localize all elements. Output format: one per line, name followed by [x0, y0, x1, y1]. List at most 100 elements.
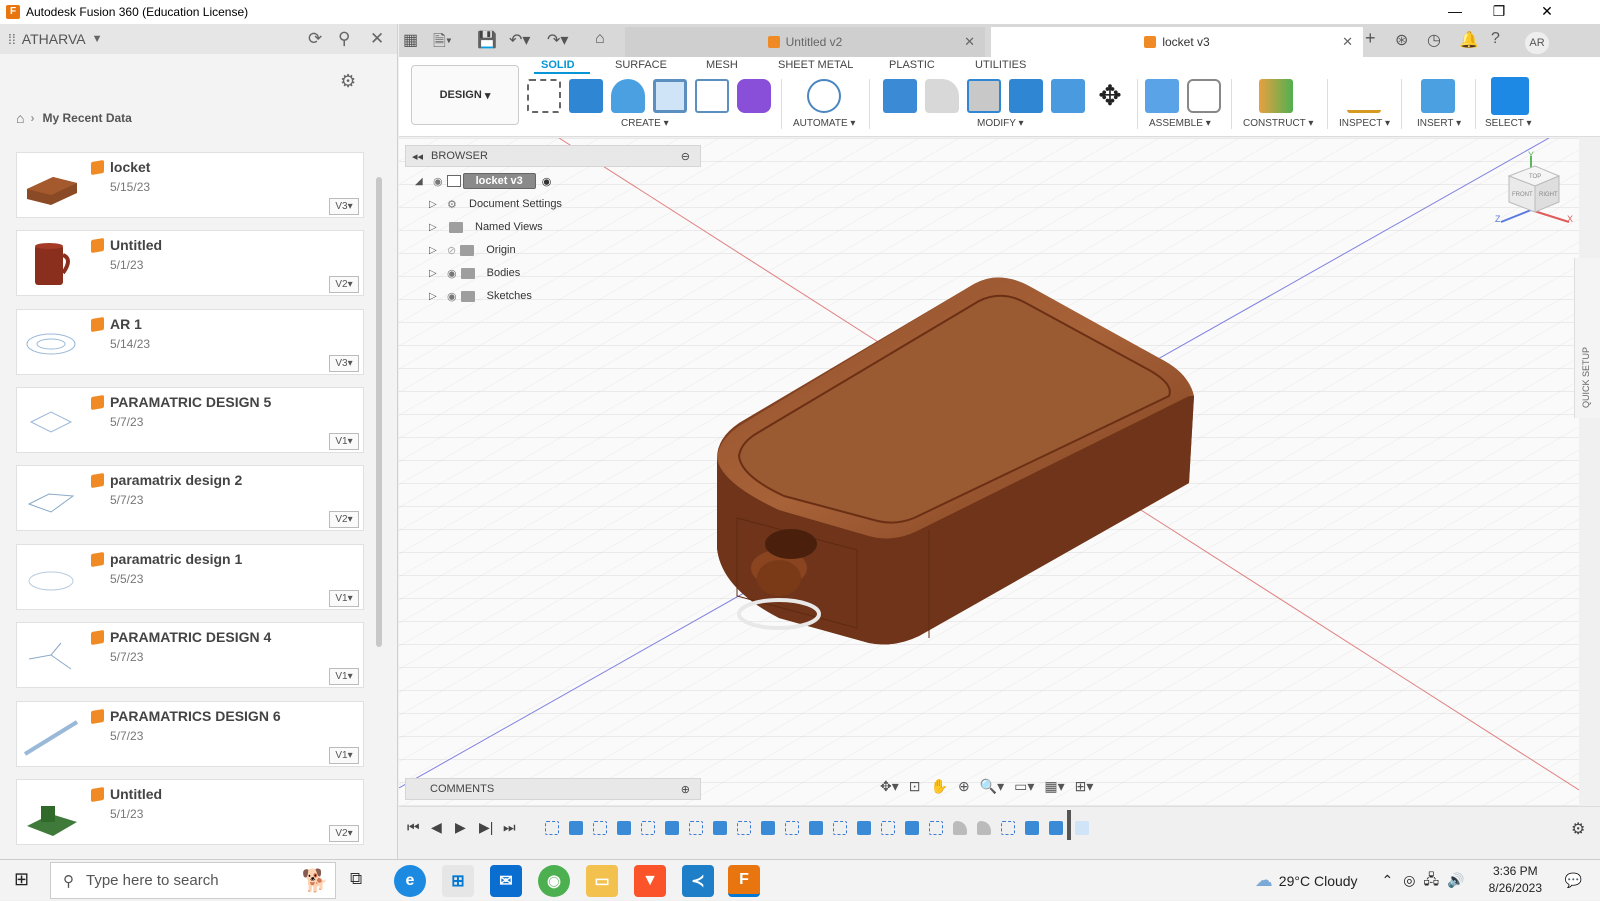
save-icon[interactable]: 💾	[477, 30, 497, 50]
timeline-sketch[interactable]	[785, 821, 799, 835]
timeline-fillet[interactable]	[977, 821, 991, 835]
file-card[interactable]: locket 5/15/23 V3▾	[16, 152, 364, 218]
webcam-icon[interactable]: ◎	[1403, 872, 1415, 889]
cloudy-weather-icon[interactable]: ☁	[1255, 870, 1273, 891]
search-icon[interactable]: ⚲	[338, 29, 350, 49]
timeline-extrude[interactable]	[665, 821, 679, 835]
timeline-extrude[interactable]	[761, 821, 775, 835]
automate-menu[interactable]: AUTOMATE ▾	[793, 118, 855, 129]
zoom-icon[interactable]: ⊕	[958, 778, 970, 800]
timeline-extrude[interactable]	[617, 821, 631, 835]
split-body-icon[interactable]	[1051, 79, 1085, 113]
tab-sheet-metal[interactable]: SHEET METAL	[778, 59, 853, 71]
press-pull-icon[interactable]	[883, 79, 917, 113]
browser-item-document-settings[interactable]: ▷ ⚙ Document Settings	[429, 194, 562, 214]
chevron-down-icon[interactable]: ▼	[92, 33, 103, 45]
automate-icon[interactable]	[807, 79, 841, 113]
tab-mesh[interactable]: MESH	[706, 59, 738, 71]
expand-triangle-icon[interactable]: ▷	[429, 245, 441, 256]
timeline-sketch[interactable]	[737, 821, 751, 835]
comments-panel[interactable]: COMMENTS ⊕	[405, 778, 701, 800]
taskbar-search-box[interactable]: ⚲ Type here to search 🐕	[50, 862, 336, 899]
tab-locket-v3[interactable]: locket v3 ✕	[991, 27, 1363, 57]
expand-triangle-icon[interactable]: ▷	[429, 291, 441, 302]
undo-icon[interactable]: ↶▾	[509, 30, 530, 50]
close-panel-icon[interactable]: ✕	[370, 29, 384, 49]
timeline-extrude[interactable]	[905, 821, 919, 835]
chrome-icon[interactable]: ◉	[538, 865, 570, 897]
form-icon[interactable]	[737, 79, 771, 113]
orbit-icon[interactable]: ✥▾	[880, 778, 899, 800]
collapse-triangle-icon[interactable]: ◢	[415, 176, 427, 187]
version-dropdown[interactable]: V3▾	[329, 355, 359, 372]
store-icon[interactable]: ⊞	[442, 865, 474, 897]
redo-icon[interactable]: ↷▾	[547, 30, 568, 50]
file-card[interactable]: PARAMATRIC DESIGN 4 5/7/23 V1▾	[16, 622, 364, 688]
visibility-eye-icon[interactable]: ◉	[447, 267, 457, 280]
extrude-icon[interactable]	[569, 79, 603, 113]
timeline-extrude[interactable]	[857, 821, 871, 835]
timeline-extrude[interactable]	[1049, 821, 1063, 835]
offset-plane-icon[interactable]	[1259, 79, 1293, 113]
edge-icon[interactable]: e	[394, 865, 426, 897]
close-window-button[interactable]: ✕	[1524, 0, 1570, 24]
shell-icon[interactable]	[967, 79, 1001, 113]
network-icon[interactable]: 🖧	[1424, 869, 1440, 893]
minimize-button[interactable]: —	[1432, 0, 1478, 24]
visibility-eye-icon[interactable]: ◉	[447, 290, 457, 303]
maximize-button[interactable]: ❐	[1476, 0, 1522, 24]
go-to-end-icon[interactable]: ⏭	[503, 819, 516, 836]
revolve-icon[interactable]	[611, 79, 645, 113]
select-menu[interactable]: SELECT ▾	[1485, 118, 1532, 129]
timeline-extrude[interactable]	[569, 821, 583, 835]
timeline-sketch[interactable]	[1001, 821, 1015, 835]
select-icon[interactable]	[1491, 77, 1529, 115]
expand-triangle-icon[interactable]: ▷	[429, 199, 441, 210]
file-card[interactable]: PARAMATRIC DESIGN 5 5/7/23 V1▾	[16, 387, 364, 453]
browser-item-sketches[interactable]: ▷ ◉ Sketches	[429, 286, 532, 306]
weather-text[interactable]: 29°C Cloudy	[1279, 873, 1358, 889]
zoom-window-icon[interactable]: 🔍▾	[980, 778, 1004, 800]
grid-settings-icon[interactable]: ▦▾	[1044, 778, 1064, 800]
version-dropdown[interactable]: V3▾	[329, 198, 359, 215]
tab-solid[interactable]: SOLID	[541, 59, 575, 71]
create-menu[interactable]: CREATE ▾	[621, 118, 669, 129]
help-icon[interactable]: ?	[1491, 30, 1500, 48]
move-icon[interactable]: ✥	[1093, 79, 1127, 113]
file-menu-icon[interactable]: 🗎▾	[433, 30, 452, 57]
assemble-menu[interactable]: ASSEMBLE ▾	[1149, 118, 1211, 129]
step-back-icon[interactable]: ◀	[431, 819, 442, 836]
timeline-settings-gear-icon[interactable]: ⚙	[1571, 819, 1585, 839]
app-grid-icon[interactable]: ▦	[403, 30, 418, 50]
notifications-icon[interactable]: 🔔	[1459, 30, 1479, 50]
version-dropdown[interactable]: V1▾	[329, 668, 359, 685]
version-dropdown[interactable]: V1▾	[329, 590, 359, 607]
timeline-marker[interactable]	[1067, 810, 1071, 840]
tab-utilities[interactable]: UTILITIES	[975, 59, 1026, 71]
insert-image-icon[interactable]	[1421, 79, 1455, 113]
tab-plastic[interactable]: PLASTIC	[889, 59, 935, 71]
measure-icon[interactable]	[1347, 79, 1381, 113]
fillet-icon[interactable]	[925, 79, 959, 113]
timeline-sketch[interactable]	[881, 821, 895, 835]
breadcrumb-current[interactable]: My Recent Data	[42, 111, 131, 125]
chevron-up-icon[interactable]: ⌃	[1382, 872, 1394, 889]
timeline-suppressed-feature[interactable]	[1075, 821, 1089, 835]
home-tab-icon[interactable]: ⌂	[595, 30, 605, 48]
taskbar-clock[interactable]: 3:36 PM 8/26/2023	[1489, 863, 1542, 897]
timeline-sketch[interactable]	[593, 821, 607, 835]
version-dropdown[interactable]: V2▾	[329, 511, 359, 528]
inspect-menu[interactable]: INSPECT ▾	[1339, 118, 1390, 129]
create-sketch-icon[interactable]	[527, 79, 561, 113]
file-explorer-icon[interactable]: ▭	[586, 865, 618, 897]
pattern-icon[interactable]	[695, 79, 729, 113]
timeline-sketch[interactable]	[833, 821, 847, 835]
pin-icon[interactable]: ⊖	[681, 150, 690, 163]
task-view-icon[interactable]: ⧉	[350, 869, 362, 889]
brave-icon[interactable]: ▼	[634, 865, 666, 897]
fusion-taskbar-icon[interactable]: F	[728, 865, 760, 897]
user-avatar[interactable]: AR	[1525, 32, 1549, 54]
timeline-extrude[interactable]	[809, 821, 823, 835]
collapse-panel-icon[interactable]: ◂◂	[412, 150, 423, 163]
visibility-eye-icon[interactable]: ◉	[433, 175, 443, 188]
